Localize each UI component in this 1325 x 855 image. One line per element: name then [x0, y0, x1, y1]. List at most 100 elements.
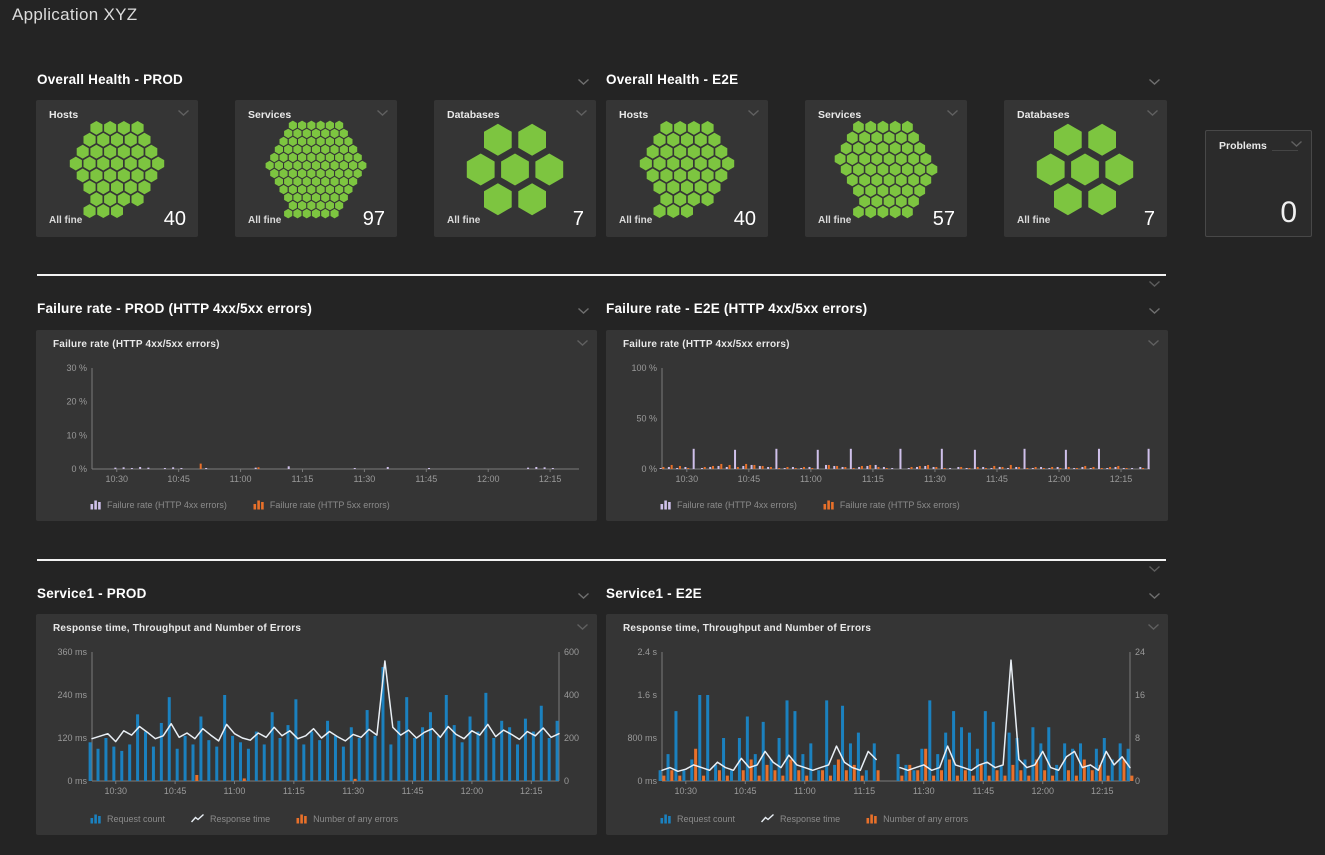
health-tile-hosts-prod[interactable]: Hosts All fine 40: [36, 100, 198, 237]
section-title-service-e2e: Service1 - E2E: [606, 586, 702, 601]
svg-text:11:30: 11:30: [342, 786, 364, 796]
chevron-down-icon[interactable]: [376, 109, 389, 117]
legend-label: Request count: [677, 814, 735, 824]
chevron-down-icon[interactable]: [1147, 339, 1160, 347]
legend-item: Response time: [191, 813, 270, 824]
svg-text:0 %: 0 %: [71, 464, 87, 474]
legend-item: Number of any errors: [296, 813, 398, 824]
legend-label: Failure rate (HTTP 4xx errors): [677, 500, 797, 510]
legend-label: Number of any errors: [313, 814, 398, 824]
chevron-down-icon[interactable]: [1148, 78, 1161, 86]
chevron-down-icon[interactable]: [1146, 109, 1159, 117]
health-tile-databases-prod[interactable]: Databases All fine 7: [434, 100, 596, 237]
svg-text:10:45: 10:45: [738, 474, 761, 484]
svg-text:8: 8: [1135, 733, 1140, 743]
chevron-down-icon[interactable]: [575, 109, 588, 117]
svg-text:11:00: 11:00: [794, 786, 816, 796]
svg-text:12:00: 12:00: [1031, 786, 1054, 796]
legend-item: Request count: [90, 813, 165, 824]
bar-chart-icon: [866, 813, 878, 824]
status-label: All fine: [248, 215, 281, 226]
svg-text:12:15: 12:15: [520, 786, 543, 796]
section-title-failure-e2e: Failure rate - E2E (HTTP 4xx/5xx errors): [606, 301, 867, 316]
svg-text:11:15: 11:15: [283, 786, 305, 796]
svg-text:10:30: 10:30: [104, 786, 127, 796]
health-tile-services-prod[interactable]: Services All fine 97: [235, 100, 397, 237]
svg-text:11:45: 11:45: [986, 474, 1008, 484]
entity-count: 7: [573, 208, 584, 231]
svg-text:12:15: 12:15: [1091, 786, 1114, 796]
legend-label: Failure rate (HTTP 4xx errors): [107, 500, 227, 510]
legend-label: Response time: [210, 814, 270, 824]
service-chart-tile-prod[interactable]: Response time, Throughput and Number of …: [36, 614, 597, 835]
entity-count: 7: [1144, 208, 1155, 231]
svg-text:10:30: 10:30: [105, 474, 128, 484]
svg-text:100 %: 100 %: [631, 363, 657, 373]
chevron-down-icon[interactable]: [577, 592, 590, 600]
svg-text:0 ms: 0 ms: [67, 776, 87, 786]
chevron-down-icon[interactable]: [1148, 565, 1161, 573]
tile-title: Problems: [1219, 140, 1267, 152]
svg-text:11:30: 11:30: [924, 474, 946, 484]
line-chart-icon: [191, 813, 205, 824]
chevron-down-icon[interactable]: [1148, 280, 1161, 288]
section-divider: [37, 274, 1166, 276]
chevron-down-icon[interactable]: [1147, 623, 1160, 631]
bar-chart-icon: [90, 499, 102, 510]
problems-count: 0: [1280, 196, 1297, 230]
status-label: All fine: [818, 215, 851, 226]
svg-text:11:00: 11:00: [800, 474, 822, 484]
svg-text:11:15: 11:15: [853, 786, 875, 796]
chevron-down-icon[interactable]: [1290, 140, 1303, 148]
health-tile-databases-e2e[interactable]: Databases All fine 7: [1004, 100, 1167, 237]
svg-text:11:45: 11:45: [972, 786, 994, 796]
legend-item: Failure rate (HTTP 4xx errors): [660, 499, 797, 510]
bar-chart-icon: [90, 813, 102, 824]
chevron-down-icon[interactable]: [576, 623, 589, 631]
failure-chart-tile-e2e[interactable]: Failure rate (HTTP 4xx/5xx errors) 100 %…: [606, 330, 1168, 521]
chevron-down-icon[interactable]: [946, 109, 959, 117]
bar-chart-icon: [253, 499, 265, 510]
legend-label: Request count: [107, 814, 165, 824]
entity-count: 40: [734, 208, 756, 231]
chevron-down-icon[interactable]: [576, 339, 589, 347]
section-title-health-e2e: Overall Health - E2E: [606, 72, 738, 87]
svg-text:1.6 s: 1.6 s: [637, 690, 657, 700]
svg-text:20 %: 20 %: [66, 397, 87, 407]
svg-text:0 %: 0 %: [641, 464, 657, 474]
chevron-down-icon[interactable]: [177, 109, 190, 117]
legend-item: Failure rate (HTTP 4xx errors): [90, 499, 227, 510]
chevron-down-icon[interactable]: [747, 109, 760, 117]
legend-label: Number of any errors: [883, 814, 968, 824]
health-tile-hosts-e2e[interactable]: Hosts All fine 40: [606, 100, 768, 237]
svg-text:16: 16: [1135, 690, 1145, 700]
svg-text:30 %: 30 %: [66, 363, 87, 373]
status-label: All fine: [1017, 215, 1050, 226]
service-metrics-chart-prod: 360 ms240 ms120 ms0 ms600400200010:3010:…: [36, 640, 597, 803]
chevron-down-icon[interactable]: [1148, 592, 1161, 600]
svg-text:400: 400: [564, 690, 579, 700]
chevron-down-icon[interactable]: [1148, 307, 1161, 315]
entity-count: 57: [933, 208, 955, 231]
problems-sparkline: [1272, 150, 1298, 151]
section-divider: [37, 559, 1166, 561]
chevron-down-icon[interactable]: [577, 78, 590, 86]
status-label: All fine: [619, 215, 652, 226]
entity-count: 97: [363, 208, 385, 231]
chart-title: Failure rate (HTTP 4xx/5xx errors): [623, 339, 790, 350]
line-chart-icon: [761, 813, 775, 824]
service-chart-tile-e2e[interactable]: Response time, Throughput and Number of …: [606, 614, 1168, 835]
failure-chart-tile-prod[interactable]: Failure rate (HTTP 4xx/5xx errors) 30 %2…: [36, 330, 597, 521]
bar-chart-icon: [823, 499, 835, 510]
chevron-down-icon[interactable]: [577, 307, 590, 315]
legend-item: Failure rate (HTTP 5xx errors): [823, 499, 960, 510]
health-tile-services-e2e[interactable]: Services All fine 57: [805, 100, 967, 237]
svg-text:12:00: 12:00: [1048, 474, 1071, 484]
svg-text:12:15: 12:15: [539, 474, 562, 484]
problems-tile[interactable]: Problems 0: [1205, 130, 1312, 237]
failure-rate-chart-e2e: 100 %50 %0 %10:3010:4511:0011:1511:3011:…: [606, 356, 1168, 491]
dashboard: Application XYZ Overall Health - PROD Ov…: [0, 0, 1325, 855]
svg-text:11:00: 11:00: [230, 474, 252, 484]
svg-text:10 %: 10 %: [66, 430, 87, 440]
legend-item: Failure rate (HTTP 5xx errors): [253, 499, 390, 510]
